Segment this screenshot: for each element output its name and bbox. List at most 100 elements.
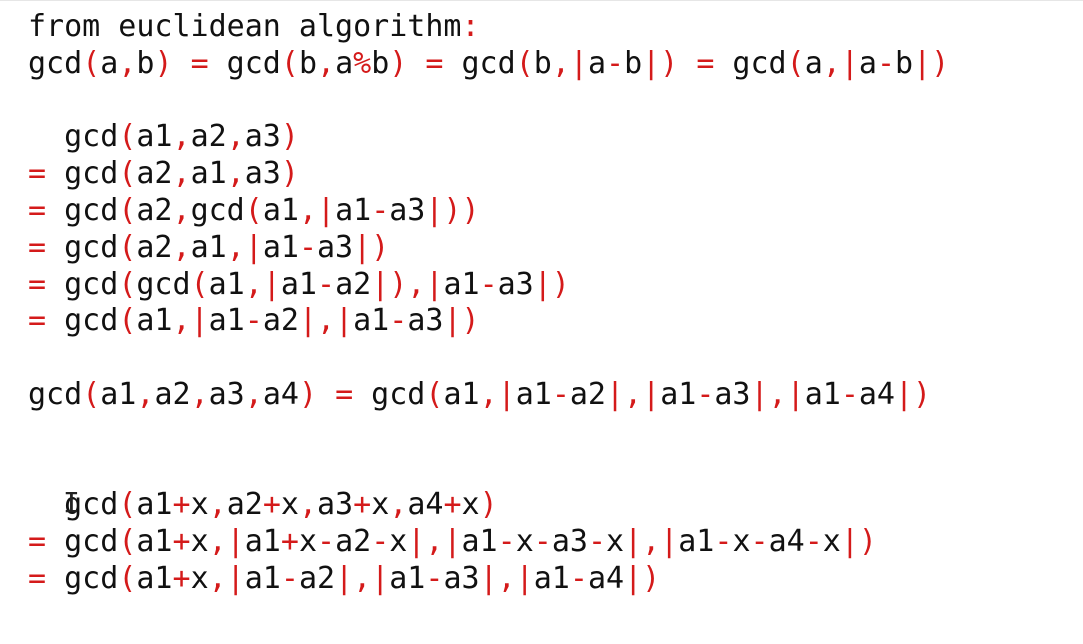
code-line[interactable]: gcd(a1,a2,a3,a4) = gcd(a1,|a1-a2|,|a1-a3… bbox=[28, 377, 949, 414]
code-text: a1 bbox=[136, 524, 173, 560]
code-line[interactable]: gcd(a,b) = gcd(b,a%b) = gcd(b,|a-b|) = g… bbox=[28, 46, 949, 83]
code-operator: |) bbox=[913, 45, 950, 81]
code-operator: , bbox=[298, 487, 317, 523]
code-text: x bbox=[389, 524, 408, 560]
code-line[interactable]: = gcd(a2,a1,|a1-a3|) bbox=[28, 230, 949, 267]
code-operator: ( bbox=[82, 376, 101, 412]
code-line[interactable]: = gcd(a2,a1,a3) bbox=[28, 156, 949, 193]
code-text: x bbox=[606, 524, 625, 560]
code-operator: + bbox=[172, 487, 191, 523]
code-text: x bbox=[515, 524, 534, 560]
code-operator: - bbox=[244, 303, 263, 339]
code-operator: |,| bbox=[335, 560, 390, 596]
code-line[interactable]: = gcd(a1+x,|a1-a2|,|a1-a3|,|a1-a4|) bbox=[28, 561, 949, 598]
code-text: a2 bbox=[136, 156, 173, 192]
code-text: a bbox=[335, 45, 354, 81]
code-text: a1 bbox=[353, 303, 390, 339]
code-text: x bbox=[190, 560, 209, 596]
code-text: a1 bbox=[389, 560, 426, 596]
code-line[interactable]: = gcd(gcd(a1,|a1-a2|),|a1-a3|) bbox=[28, 267, 949, 304]
code-text: a2 bbox=[335, 524, 372, 560]
text-editor[interactable]: from euclidean algorithm: gcd(a,b) = gcd(… bbox=[0, 0, 1083, 644]
code-text: from euclidean algorithm bbox=[28, 9, 462, 44]
code-operator: = bbox=[28, 156, 47, 192]
code-text: a1 bbox=[533, 560, 570, 596]
code-operator: , bbox=[244, 376, 263, 412]
code-text: x bbox=[190, 524, 209, 560]
code-operator: ( bbox=[118, 156, 137, 192]
code-text: gcd bbox=[46, 560, 119, 596]
code-text: gcd bbox=[46, 266, 119, 302]
code-text: a1 bbox=[136, 119, 173, 155]
code-line[interactable]: from euclidean algorithm: bbox=[28, 9, 949, 46]
code-operator: = bbox=[28, 524, 47, 560]
code-operator: + bbox=[172, 524, 191, 560]
code-text: x bbox=[371, 487, 390, 523]
code-text: gcd bbox=[208, 45, 281, 81]
code-text: b bbox=[895, 45, 914, 81]
code-operator: |) bbox=[624, 560, 661, 596]
code-text: b bbox=[136, 45, 155, 81]
code-operator: |) bbox=[443, 303, 480, 339]
code-operator: - bbox=[804, 524, 823, 560]
code-operator: - bbox=[876, 45, 895, 81]
code-operator: ,| bbox=[208, 524, 245, 560]
code-text: a1 bbox=[262, 192, 299, 228]
code-line[interactable]: gcd(a1,a2,a3) bbox=[28, 119, 949, 156]
code-text: gcd bbox=[46, 156, 119, 192]
code-operator: ( bbox=[118, 303, 137, 339]
code-operator: - bbox=[750, 524, 769, 560]
code-text: a2 bbox=[569, 376, 606, 412]
code-operator: = bbox=[28, 192, 47, 228]
code-text: a2 bbox=[226, 487, 263, 523]
code-operator: - bbox=[479, 266, 498, 302]
code-operator: , bbox=[226, 119, 245, 155]
code-text: a bbox=[100, 45, 119, 81]
code-line[interactable]: = gcd(a2,gcd(a1,|a1-a3|)) bbox=[28, 193, 949, 230]
code-text: a4 bbox=[262, 376, 299, 412]
code-operator: - bbox=[497, 524, 516, 560]
code-operator: + bbox=[280, 524, 299, 560]
code-line[interactable]: = gcd(a1+x,|a1+x-a2-x|,|a1-x-a3-x|,|a1-x… bbox=[28, 524, 949, 561]
code-operator: ( bbox=[118, 487, 137, 523]
code-line[interactable]: = gcd(a1,|a1-a2|,|a1-a3|) bbox=[28, 303, 949, 340]
code-operator: ( bbox=[280, 45, 299, 81]
code-line[interactable]: ​ bbox=[28, 83, 949, 120]
code-operator: ) bbox=[154, 45, 173, 81]
code-content[interactable]: from euclidean algorithm: gcd(a,b) = gcd(… bbox=[28, 9, 949, 598]
code-text: a bbox=[587, 45, 606, 81]
code-text: a1 bbox=[443, 376, 480, 412]
code-operator: , bbox=[389, 487, 408, 523]
code-operator: ( bbox=[118, 229, 137, 265]
code-line[interactable]: ​ bbox=[28, 340, 949, 377]
code-text: gcd bbox=[46, 303, 119, 339]
code-line[interactable]: gcd(a1+x,a2+x,a3+x,a4+x) bbox=[28, 487, 949, 524]
code-operator: |,| bbox=[407, 524, 462, 560]
code-text: a4 bbox=[407, 487, 444, 523]
code-text: gcd bbox=[190, 192, 245, 228]
code-line[interactable]: ​ bbox=[28, 414, 949, 451]
code-operator: = bbox=[28, 229, 47, 265]
code-operator: + bbox=[353, 487, 372, 523]
code-text: a3 bbox=[244, 119, 281, 155]
code-operator: - bbox=[371, 524, 390, 560]
code-operator: ( bbox=[118, 560, 137, 596]
code-line[interactable]: ​ bbox=[28, 451, 949, 488]
code-text: gcd bbox=[443, 45, 516, 81]
code-operator: - bbox=[298, 229, 317, 265]
code-text: x bbox=[822, 524, 841, 560]
code-text: a3 bbox=[497, 266, 534, 302]
code-operator: ( bbox=[515, 45, 534, 81]
code-text: a2 bbox=[136, 192, 173, 228]
code-operator: |,| bbox=[606, 376, 661, 412]
code-text: gcd bbox=[353, 376, 426, 412]
code-text: b bbox=[624, 45, 643, 81]
code-operator: - bbox=[840, 376, 859, 412]
code-operator: ,| bbox=[226, 229, 263, 265]
code-operator: ( bbox=[425, 376, 444, 412]
code-text: a3 bbox=[317, 487, 354, 523]
code-operator: = bbox=[28, 266, 47, 302]
code-operator: - bbox=[317, 524, 336, 560]
